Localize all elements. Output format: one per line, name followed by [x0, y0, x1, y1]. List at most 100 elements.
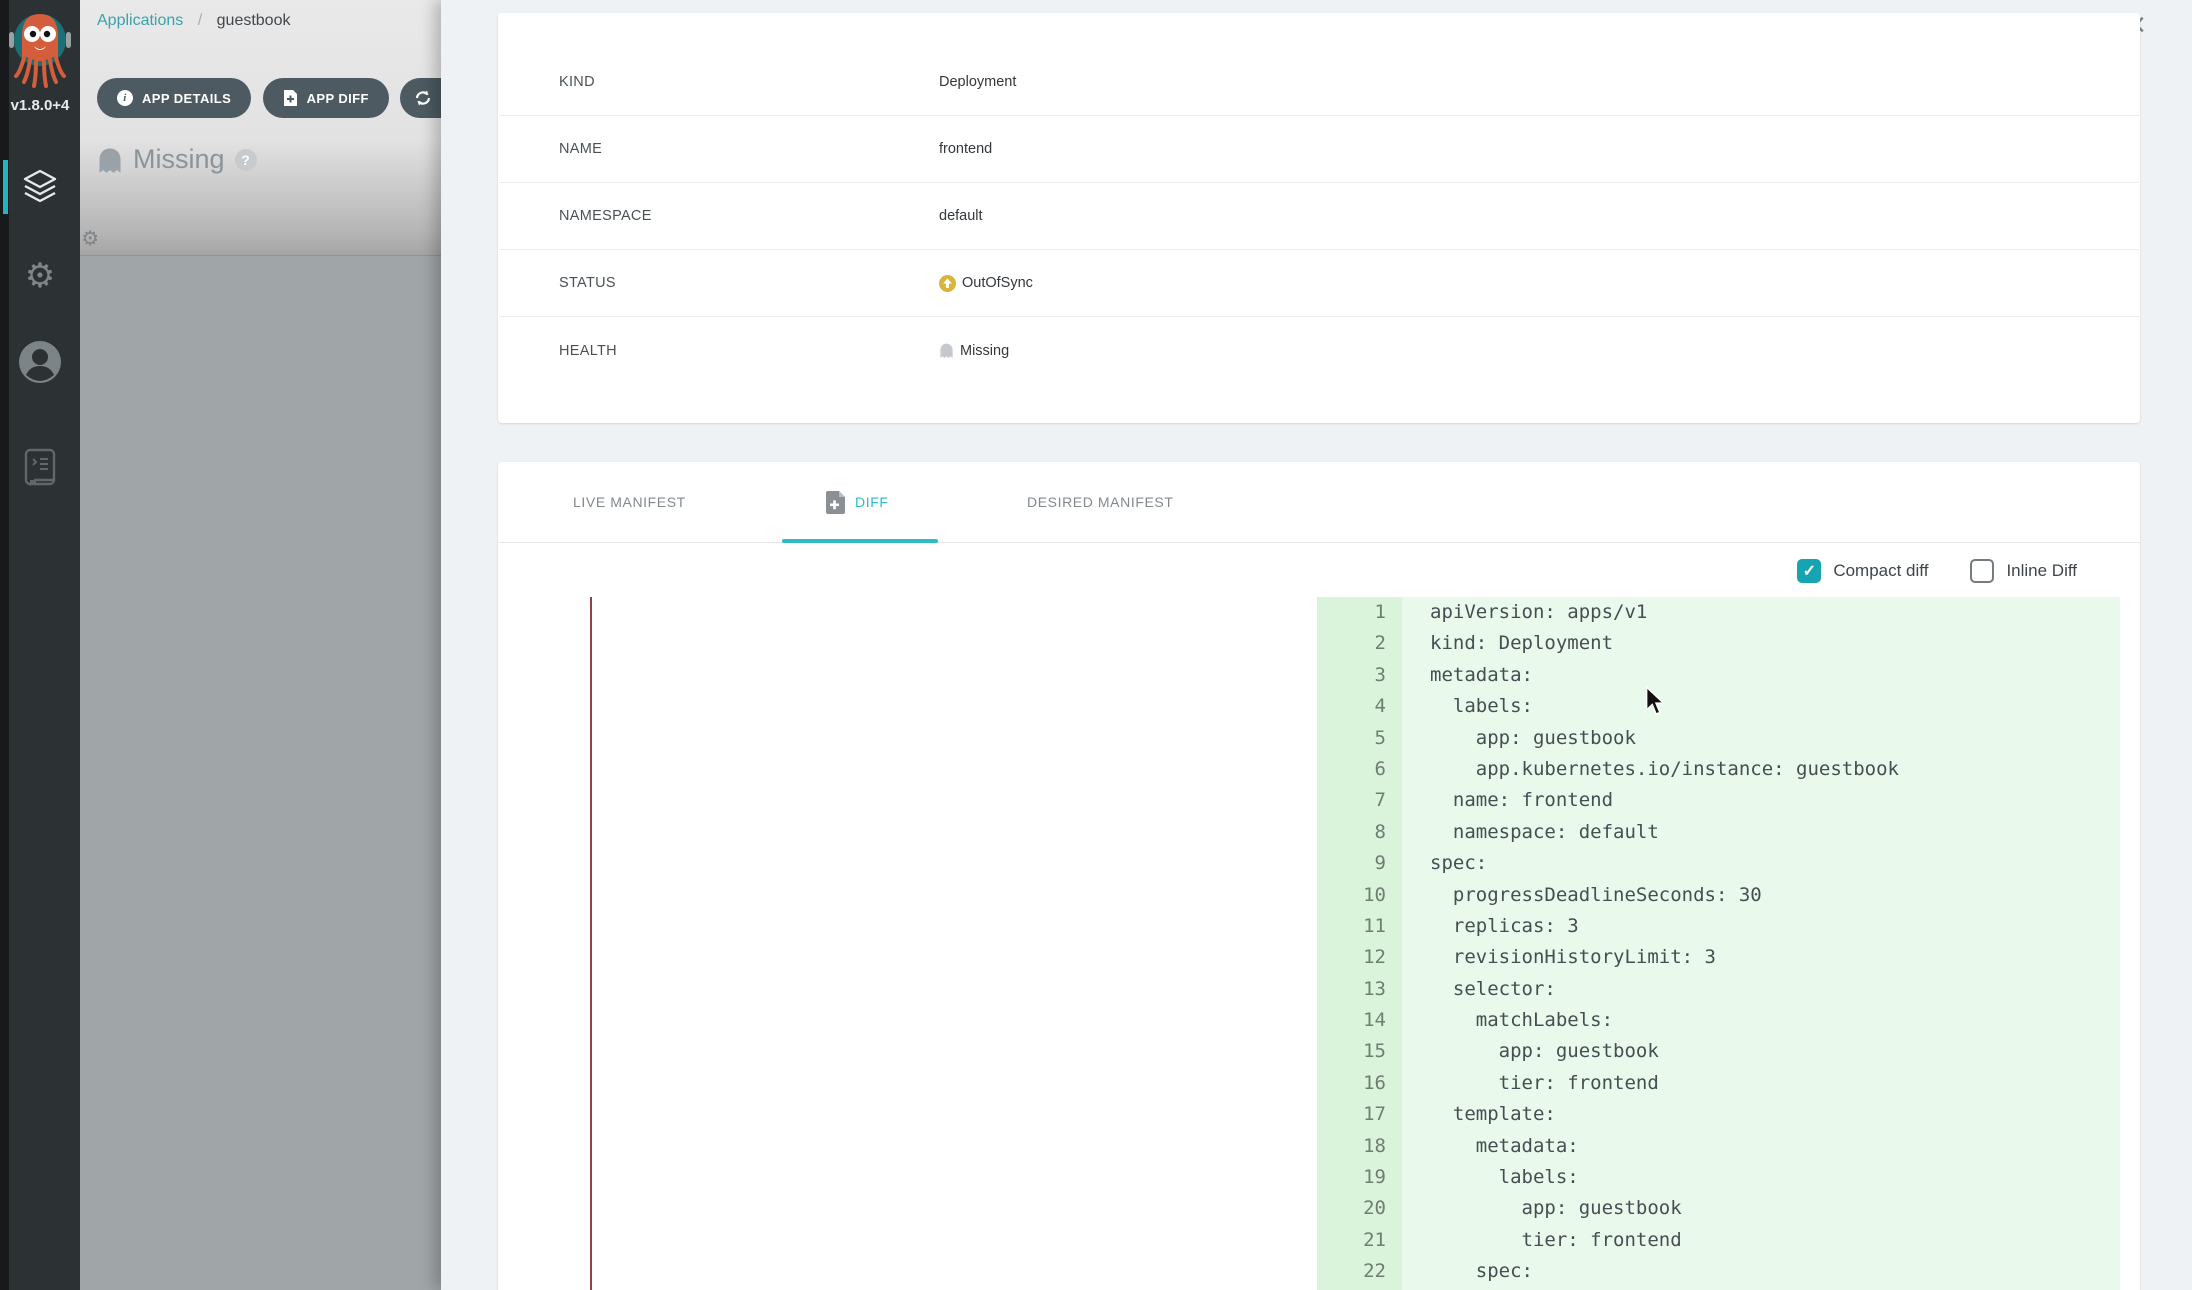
ghost-icon — [939, 342, 954, 359]
sidebar-item-settings[interactable]: ⚙⚙ — [0, 244, 80, 308]
line-number: 6 — [1317, 754, 1402, 785]
summary-value: default — [939, 208, 983, 224]
summary-value: Deployment — [939, 74, 1016, 90]
line-number: 16 — [1317, 1068, 1402, 1099]
addition-block: 1 apiVersion: apps/v1 2 kind: Deployment… — [1317, 597, 2120, 1290]
code-line: 6 app.kubernetes.io/instance: guestbook — [1317, 754, 2120, 785]
argo-logo-icon — [8, 6, 72, 92]
code-line: 3 metadata: — [1317, 660, 2120, 691]
tab-label: DESIRED MANIFEST — [1027, 494, 1174, 510]
version-label: v1.8.0+4 — [0, 97, 80, 114]
diff-file-icon — [283, 89, 298, 107]
breadcrumb-applications-link[interactable]: Applications — [97, 12, 183, 29]
line-number: 7 — [1317, 785, 1402, 816]
code-line: 19 labels: — [1317, 1162, 2120, 1193]
tab-desired-manifest[interactable]: DESIRED MANIFEST — [1027, 462, 1174, 542]
line-number: 8 — [1317, 817, 1402, 848]
summary-label: STATUS — [559, 275, 939, 291]
line-text: metadata: — [1402, 1131, 1579, 1162]
line-number: 13 — [1317, 974, 1402, 1005]
compact-diff-toggle[interactable]: ✓ Compact diff — [1797, 559, 1928, 583]
user-icon — [17, 339, 63, 385]
health-text: Missing — [960, 343, 1009, 359]
code-line: 2 kind: Deployment — [1317, 628, 2120, 659]
breadcrumb-separator: / — [198, 12, 202, 29]
line-number: 5 — [1317, 723, 1402, 754]
code-line: 10 progressDeadlineSeconds: 30 — [1317, 880, 2120, 911]
inline-diff-toggle[interactable]: Inline Diff — [1970, 559, 2077, 583]
summary-value: OutOfSync — [939, 275, 1033, 292]
line-text: namespace: default — [1402, 817, 1659, 848]
breadcrumb-current: guestbook — [217, 12, 291, 29]
line-text: app: guestbook — [1402, 1036, 1659, 1067]
toolbar-buttons: i APP DETAILS APP DIFF — [97, 78, 477, 118]
resource-panel: × KIND Deployment NAME frontend NAMESPAC… — [441, 0, 2192, 1290]
code-line: 8 namespace: default — [1317, 817, 2120, 848]
check-icon: ✓ — [1803, 561, 1816, 581]
code-line: 21 tier: frontend — [1317, 1225, 2120, 1256]
app-diff-label: APP DIFF — [307, 91, 369, 106]
summary-label: KIND — [559, 74, 939, 90]
line-number: 14 — [1317, 1005, 1402, 1036]
compact-diff-checkbox[interactable]: ✓ — [1797, 559, 1821, 583]
line-text: app: guestbook — [1402, 723, 1636, 754]
manifest-tabs: LIVE MANIFEST DIFF DESIRED MANIFEST — [498, 462, 2140, 543]
tab-diff[interactable]: DIFF — [825, 462, 889, 542]
line-text: tier: frontend — [1402, 1068, 1659, 1099]
code-line: 20 app: guestbook — [1317, 1193, 2120, 1224]
line-text: spec: — [1402, 848, 1487, 879]
app-details-button[interactable]: i APP DETAILS — [97, 78, 251, 118]
line-text: matchLabels: — [1402, 1005, 1613, 1036]
inline-diff-checkbox[interactable] — [1970, 559, 1994, 583]
tab-live-manifest[interactable]: LIVE MANIFEST — [573, 462, 686, 542]
code-line: 9 spec: — [1317, 848, 2120, 879]
code-line: 13 selector: — [1317, 974, 2120, 1005]
code-line: 15 app: guestbook — [1317, 1036, 2120, 1067]
document-icon — [20, 446, 60, 490]
line-text: apiVersion: apps/v1 — [1402, 597, 1647, 628]
sidebar-item-applications[interactable] — [0, 154, 80, 218]
line-number: 10 — [1317, 880, 1402, 911]
out-of-sync-icon — [939, 275, 956, 292]
line-number: 12 — [1317, 942, 1402, 973]
info-icon: i — [117, 90, 133, 106]
tab-label: LIVE MANIFEST — [573, 494, 686, 510]
app-health-label: Missing — [133, 144, 225, 175]
manifest-card: LIVE MANIFEST DIFF DESIRED MANIFEST ✓ — [498, 462, 2140, 1290]
line-number: 21 — [1317, 1225, 1402, 1256]
summary-value: Missing — [939, 342, 1009, 359]
line-number: 15 — [1317, 1036, 1402, 1067]
gears-icon: ⚙⚙ — [25, 256, 55, 296]
code-line: 17 template: — [1317, 1099, 2120, 1130]
line-text: template: — [1402, 1099, 1556, 1130]
summary-label: NAMESPACE — [559, 208, 939, 224]
line-number: 18 — [1317, 1131, 1402, 1162]
app-diff-button[interactable]: APP DIFF — [263, 78, 389, 118]
summary-row-name: NAME frontend — [499, 116, 2139, 183]
line-text: app: guestbook — [1402, 1193, 1682, 1224]
code-line: 14 matchLabels: — [1317, 1005, 2120, 1036]
sidebar-item-documentation[interactable] — [0, 436, 80, 500]
code-line: 12 revisionHistoryLimit: 3 — [1317, 942, 2120, 973]
refresh-icon — [414, 89, 432, 107]
code-line: 5 app: guestbook — [1317, 723, 2120, 754]
diff-controls: ✓ Compact diff Inline Diff — [498, 554, 2140, 588]
line-number: 1 — [1317, 597, 1402, 628]
line-text: tier: frontend — [1402, 1225, 1682, 1256]
line-number: 3 — [1317, 660, 1402, 691]
ghost-icon — [97, 146, 123, 174]
line-number: 19 — [1317, 1162, 1402, 1193]
question-icon[interactable]: ? — [235, 149, 257, 171]
summary-row-kind: KIND Deployment — [499, 49, 2139, 116]
code-line: 22 spec: — [1317, 1256, 2120, 1287]
breadcrumb: Applications / guestbook — [97, 12, 290, 30]
sidebar: v1.8.0+4 ⚙⚙ — [0, 0, 80, 1290]
tab-label: DIFF — [855, 494, 889, 510]
line-number: 22 — [1317, 1256, 1402, 1287]
line-number: 17 — [1317, 1099, 1402, 1130]
active-tab-underline — [782, 539, 938, 543]
line-text: metadata: — [1402, 660, 1533, 691]
sidebar-item-user[interactable] — [0, 330, 80, 394]
summary-row-health: HEALTH Missing — [499, 317, 2139, 384]
app-details-label: APP DETAILS — [142, 91, 231, 106]
